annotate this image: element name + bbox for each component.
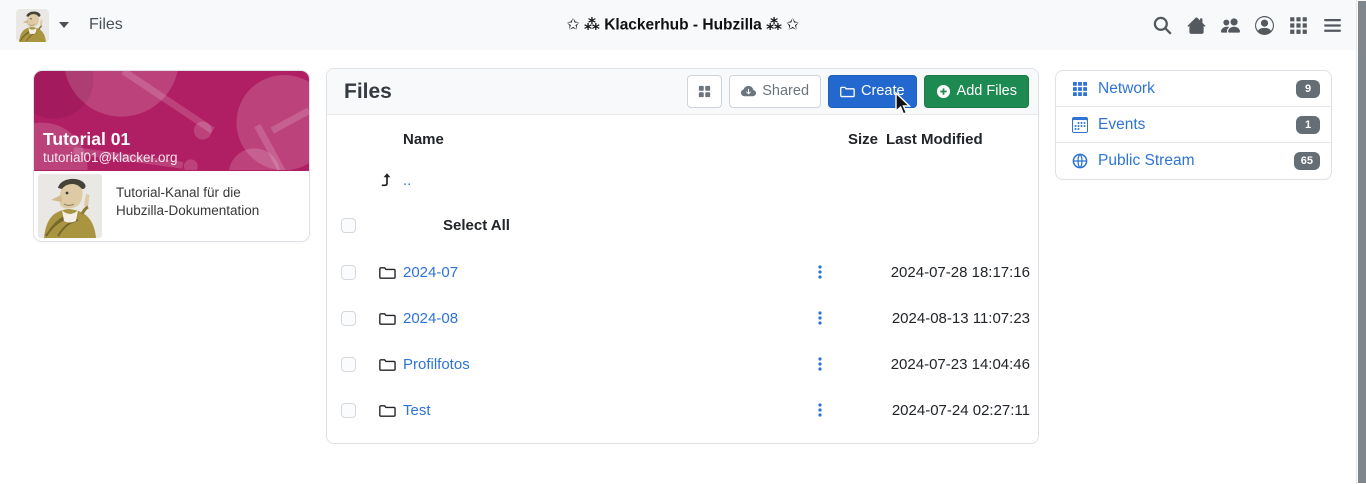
row-checkbox[interactable] bbox=[341, 264, 356, 280]
folder-icon bbox=[840, 86, 855, 98]
parent-directory-row: .. bbox=[327, 159, 1038, 201]
table-header-row: Name Size Last Modified bbox=[327, 119, 1038, 159]
level-up-icon bbox=[381, 173, 391, 187]
page-scrollbar[interactable] bbox=[1356, 0, 1366, 484]
file-last-modified: 2024-07-23 14:04:46 bbox=[890, 355, 1030, 373]
file-last-modified: 2024-07-28 18:17:16 bbox=[890, 263, 1030, 281]
column-header-size: Size bbox=[847, 130, 878, 148]
grid-2x2-icon bbox=[699, 85, 711, 98]
menu-icon[interactable] bbox=[1323, 16, 1342, 35]
site-title: ✩ ⁂ Klackerhub - Hubzilla ⁂ ✩ bbox=[566, 16, 800, 34]
shared-button[interactable]: Shared bbox=[729, 75, 822, 108]
kebab-menu-icon[interactable] bbox=[813, 310, 827, 326]
table-row: 2024-08 2024-08-13 11:07:23 bbox=[327, 295, 1038, 341]
row-checkbox[interactable] bbox=[341, 310, 356, 326]
channel-description: Tutorial-Kanal für die Hubzilla-Dokument… bbox=[116, 185, 260, 219]
scrollbar-thumb[interactable] bbox=[1358, 1, 1366, 483]
profile-avatar[interactable] bbox=[38, 174, 102, 238]
folder-link[interactable]: Profilfotos bbox=[403, 356, 470, 373]
current-app-label: Files bbox=[89, 16, 123, 33]
shared-button-label: Shared bbox=[762, 83, 810, 100]
account-icon[interactable] bbox=[1255, 15, 1274, 35]
folder-link[interactable]: 2024-07 bbox=[403, 264, 458, 281]
plus-circle-icon bbox=[936, 84, 950, 99]
sidebar-item-events[interactable]: Events 1 bbox=[1056, 107, 1331, 143]
folder-link[interactable]: Test bbox=[403, 402, 431, 419]
files-panel: Files Shared Create Add Files Name Size … bbox=[326, 68, 1039, 444]
files-panel-header: Files Shared Create Add Files bbox=[327, 69, 1038, 115]
row-checkbox[interactable] bbox=[341, 402, 356, 418]
connections-icon[interactable] bbox=[1221, 16, 1240, 35]
file-rows: 2024-07 2024-07-28 18:17:16 2024-08 2024… bbox=[327, 249, 1038, 433]
files-table: Name Size Last Modified .. Select All 20… bbox=[327, 115, 1038, 443]
add-files-button-label: Add Files bbox=[956, 83, 1017, 100]
folder-link[interactable]: 2024-08 bbox=[403, 310, 458, 327]
top-navbar: Files ✩ ⁂ Klackerhub - Hubzilla ⁂ ✩ bbox=[0, 0, 1366, 50]
profile-card: Tutorial 01 tutorial01@klacker.org Tutor… bbox=[33, 70, 310, 242]
folder-icon bbox=[379, 404, 396, 417]
globe-icon bbox=[1072, 153, 1088, 169]
right-nav-list: Network 9 Events 1 Public Stream 65 bbox=[1055, 70, 1332, 180]
sidebar-item-label: Events bbox=[1098, 115, 1146, 133]
page-title: Files bbox=[344, 79, 392, 103]
chevron-down-icon[interactable] bbox=[59, 22, 69, 28]
select-all-row: Select All bbox=[327, 201, 1038, 249]
profile-banner: Tutorial 01 tutorial01@klacker.org bbox=[34, 71, 309, 171]
grid-3x3-icon bbox=[1073, 81, 1087, 96]
home-icon[interactable] bbox=[1187, 16, 1206, 35]
sidebar-item-label: Public Stream bbox=[1098, 152, 1195, 169]
network-count-badge: 9 bbox=[1296, 79, 1320, 98]
column-header-last-modified: Last Modified bbox=[886, 130, 983, 148]
kebab-menu-icon[interactable] bbox=[813, 264, 827, 280]
folder-icon bbox=[379, 266, 396, 279]
apps-grid-icon[interactable] bbox=[1289, 16, 1308, 35]
create-button-label: Create bbox=[861, 83, 905, 100]
sidebar-item-network[interactable]: Network 9 bbox=[1056, 71, 1331, 107]
table-row: Test 2024-07-24 02:27:11 bbox=[327, 387, 1038, 433]
sidebar-item-public-stream[interactable]: Public Stream 65 bbox=[1056, 143, 1331, 179]
channel-avatar[interactable] bbox=[16, 9, 49, 42]
search-icon[interactable] bbox=[1153, 16, 1172, 35]
parent-directory-link[interactable]: .. bbox=[403, 172, 411, 189]
cloud-download-icon bbox=[741, 85, 757, 97]
sidebar-item-label: Network bbox=[1098, 79, 1155, 97]
row-checkbox[interactable] bbox=[341, 356, 356, 372]
add-files-button[interactable]: Add Files bbox=[923, 75, 1029, 108]
view-toggle-button[interactable] bbox=[687, 75, 723, 108]
column-header-name: Name bbox=[403, 130, 444, 148]
file-last-modified: 2024-07-24 02:27:11 bbox=[891, 401, 1030, 419]
events-count-badge: 1 bbox=[1296, 115, 1320, 134]
table-row: Profilfotos 2024-07-23 14:04:46 bbox=[327, 341, 1038, 387]
file-last-modified: 2024-08-13 11:07:23 bbox=[891, 309, 1030, 327]
channel-name: Tutorial 01 bbox=[43, 129, 131, 149]
channel-address: tutorial01@klacker.org bbox=[43, 150, 178, 165]
public-stream-count-badge: 65 bbox=[1293, 152, 1320, 170]
calendar-icon bbox=[1072, 116, 1088, 133]
table-row: 2024-07 2024-07-28 18:17:16 bbox=[327, 249, 1038, 295]
create-button[interactable]: Create bbox=[828, 75, 917, 108]
select-all-label: Select All bbox=[443, 216, 510, 234]
folder-icon bbox=[379, 312, 396, 325]
kebab-menu-icon[interactable] bbox=[813, 356, 827, 372]
folder-icon bbox=[379, 358, 396, 371]
kebab-menu-icon[interactable] bbox=[813, 402, 827, 418]
select-all-checkbox[interactable] bbox=[341, 217, 356, 233]
